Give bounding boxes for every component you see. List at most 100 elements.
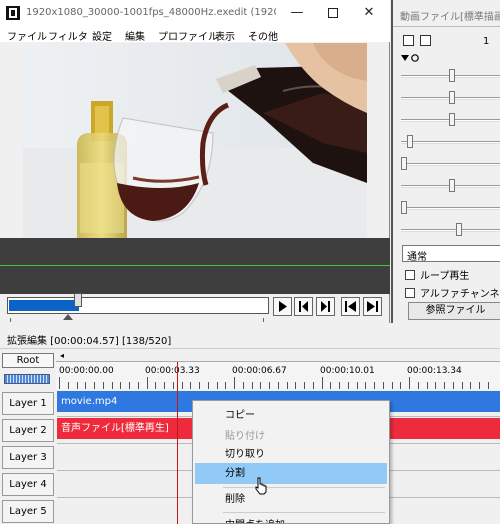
ruler-tick bbox=[383, 382, 384, 389]
menu-item-cut[interactable]: 切り取り bbox=[195, 444, 387, 465]
maximize-button[interactable] bbox=[318, 0, 348, 26]
parameter-slider-thumb[interactable] bbox=[449, 91, 455, 104]
parameter-slider-thumb[interactable] bbox=[449, 113, 455, 126]
timeline-title: 拡張編集 [00:00:04.57] [138/520] bbox=[7, 336, 172, 347]
menu-settings[interactable]: 設定 bbox=[92, 28, 112, 43]
ruler-tick bbox=[103, 382, 104, 389]
title-bar: 1920x1080_30000-1001fps_48000Hz.exedit (… bbox=[0, 0, 390, 26]
root-button[interactable]: Root bbox=[2, 353, 54, 368]
menu-filter[interactable]: フィルタ bbox=[48, 28, 88, 43]
playhead-cursor[interactable] bbox=[177, 362, 178, 524]
loop-checkbox[interactable] bbox=[405, 270, 415, 280]
ruler-tick bbox=[190, 382, 191, 389]
divider bbox=[0, 348, 500, 349]
zoom-gauge[interactable] bbox=[4, 374, 50, 384]
ruler-tick bbox=[164, 382, 165, 389]
alpha-checkbox-row[interactable]: アルファチャンネルを読 bbox=[405, 285, 500, 300]
menu-other[interactable]: その他 bbox=[248, 28, 278, 43]
menu-item-split[interactable]: 分割 bbox=[195, 463, 387, 484]
menu-item-delete[interactable]: 削除 bbox=[195, 489, 387, 510]
layer-label[interactable]: Layer 2 bbox=[2, 419, 54, 442]
ruler-tick bbox=[138, 382, 139, 389]
ruler-label: 00:00:10.01 bbox=[320, 366, 375, 376]
minimize-button[interactable]: — bbox=[282, 0, 312, 26]
ruler-tick bbox=[208, 382, 209, 389]
expand-triangle-icon[interactable] bbox=[401, 53, 421, 63]
parameter-slider-thumb[interactable] bbox=[449, 179, 455, 192]
parameter-slider-track[interactable] bbox=[401, 141, 500, 144]
ruler-tick bbox=[365, 382, 366, 389]
scroll-left-icon[interactable]: ◂ bbox=[60, 351, 64, 360]
ruler-tick bbox=[77, 382, 78, 389]
ruler-tick bbox=[260, 382, 261, 389]
menu-item-add-midpoint[interactable]: 中間点を追加 bbox=[195, 515, 387, 523]
parameter-slider-thumb[interactable] bbox=[401, 201, 407, 214]
skip-start-icon bbox=[345, 301, 356, 312]
parameter-slider-thumb[interactable] bbox=[449, 69, 455, 82]
go-end-button[interactable] bbox=[363, 297, 382, 316]
menu-view[interactable]: 表示 bbox=[215, 28, 235, 43]
ruler-label: 00:00:06.67 bbox=[232, 366, 287, 376]
parameter-slider-thumb[interactable] bbox=[456, 223, 462, 236]
menu-file[interactable]: ファイル bbox=[7, 28, 47, 43]
prev-frame-button[interactable] bbox=[294, 297, 313, 316]
layer-label[interactable]: Layer 1 bbox=[2, 392, 54, 415]
blend-mode-select[interactable]: 通常 bbox=[402, 245, 500, 262]
ruler-tick bbox=[304, 382, 305, 389]
menu-edit[interactable]: 編集 bbox=[125, 28, 145, 43]
menu-profile[interactable]: プロファイル bbox=[158, 28, 218, 43]
alpha-checkbox[interactable] bbox=[405, 288, 415, 298]
video-preview bbox=[23, 43, 367, 238]
play-button[interactable] bbox=[273, 297, 292, 316]
seek-tick bbox=[10, 318, 11, 322]
ruler-label: 00:00:00.00 bbox=[59, 366, 114, 376]
layer-label[interactable]: Layer 4 bbox=[2, 473, 54, 496]
next-frame-icon bbox=[321, 301, 330, 312]
parameter-slider-track[interactable] bbox=[401, 163, 500, 166]
ruler-tick bbox=[225, 382, 226, 389]
skip-end-icon bbox=[367, 301, 378, 312]
ruler-tick bbox=[243, 382, 244, 389]
parameter-slider-track[interactable] bbox=[401, 207, 500, 210]
layer-label[interactable]: Layer 3 bbox=[2, 446, 54, 469]
ruler-tick bbox=[234, 377, 235, 389]
ruler-label: 00:00:13.34 bbox=[407, 366, 462, 376]
parameter-slider-track[interactable] bbox=[401, 229, 500, 232]
ruler-tick bbox=[59, 377, 60, 389]
parameter-slider-thumb[interactable] bbox=[401, 157, 407, 170]
ruler-tick bbox=[444, 382, 445, 389]
ruler-tick bbox=[435, 382, 436, 389]
close-button[interactable]: ✕ bbox=[354, 0, 384, 26]
ruler-tick bbox=[330, 382, 331, 389]
mouse-cursor-icon bbox=[255, 477, 267, 495]
reference-file-button[interactable]: 参照ファイル bbox=[408, 302, 500, 320]
menu-separator bbox=[223, 512, 385, 513]
menu-item-copy[interactable]: コピー bbox=[195, 405, 387, 426]
layer-label[interactable]: Layer 5 bbox=[2, 500, 54, 523]
prev-frame-icon bbox=[299, 301, 308, 312]
ruler-tick bbox=[400, 382, 401, 389]
ruler-tick bbox=[68, 382, 69, 389]
ruler-tick bbox=[357, 382, 358, 389]
alpha-label: アルファチャンネルを読 bbox=[420, 289, 500, 300]
ruler-tick bbox=[462, 382, 463, 389]
ruler-tick bbox=[252, 382, 253, 389]
ruler-tick bbox=[217, 382, 218, 389]
maximize-icon bbox=[328, 8, 338, 18]
seek-thumb[interactable] bbox=[74, 293, 82, 307]
window-title: 1920x1080_30000-1001fps_48000Hz.exedit (… bbox=[26, 7, 276, 18]
camera-control-icon[interactable] bbox=[403, 35, 414, 46]
ruler-tick bbox=[173, 382, 174, 389]
parameter-slider-thumb[interactable] bbox=[407, 135, 413, 148]
time-ruler[interactable]: 00:00:00.00 00:00:03.33 00:00:06.67 00:0… bbox=[56, 362, 500, 390]
mode-row bbox=[401, 53, 421, 66]
go-start-button[interactable] bbox=[341, 297, 360, 316]
seek-bar[interactable] bbox=[7, 297, 269, 314]
ruler-tick bbox=[409, 377, 410, 389]
menu-bar: ファイル フィルタ 設定 編集 プロファイル 表示 その他 bbox=[0, 26, 390, 43]
loop-checkbox-row[interactable]: ループ再生 bbox=[405, 267, 469, 282]
next-frame-button[interactable] bbox=[316, 297, 335, 316]
ruler-tick bbox=[470, 382, 471, 389]
clipping-icon[interactable] bbox=[420, 35, 431, 46]
ruler-tick bbox=[392, 382, 393, 389]
